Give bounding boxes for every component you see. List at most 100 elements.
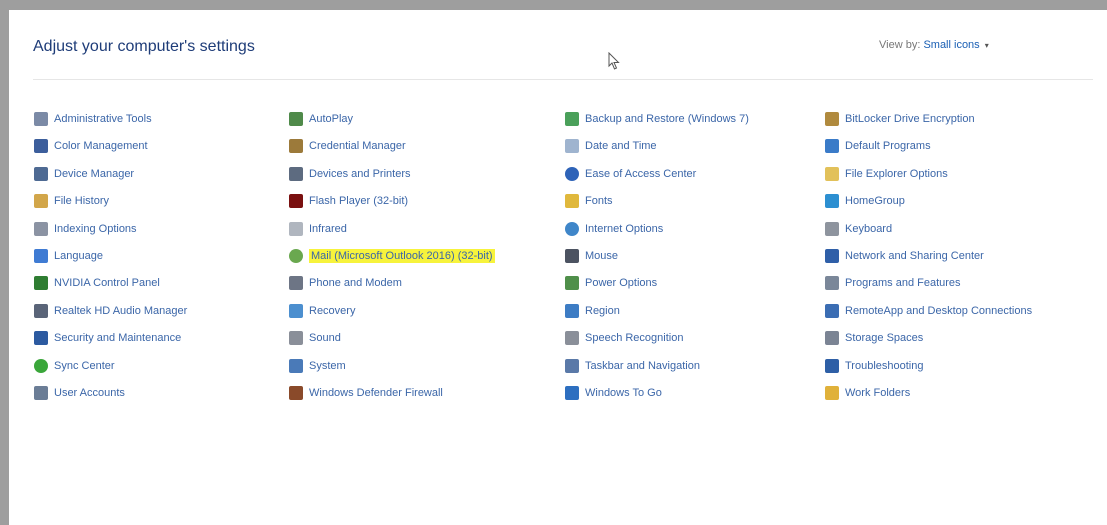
control-panel-item-label: AutoPlay — [309, 113, 354, 125]
user-accounts-icon — [34, 386, 48, 400]
control-panel-item-label: Credential Manager — [309, 140, 406, 153]
homegroup-icon — [825, 194, 839, 209]
security-flag-icon — [34, 331, 48, 346]
control-panel-item[interactable]: Windows Defender Firewall — [289, 383, 443, 403]
control-panel-item-label: File History — [54, 195, 110, 208]
mouse-cursor-icon — [608, 52, 620, 70]
control-panel-item[interactable]: Sync Center — [34, 356, 115, 376]
control-panel-item[interactable]: System — [289, 356, 346, 376]
indexing-options-icon — [34, 221, 48, 236]
control-panel-item[interactable]: File Explorer Options — [825, 164, 948, 184]
control-panel-item-label: Internet Options — [585, 222, 664, 235]
system-icon — [289, 358, 303, 373]
control-panel-item[interactable]: Language — [34, 246, 103, 266]
mail-icon — [289, 249, 303, 263]
control-panel-item[interactable]: Device Manager — [34, 164, 134, 184]
speech-recognition-icon — [565, 331, 579, 346]
flash-player-icon — [289, 194, 303, 209]
control-panel-item[interactable]: Windows To Go — [565, 383, 662, 403]
control-panel-item[interactable]: AutoPlay — [289, 109, 353, 129]
control-panel-item[interactable]: RemoteApp and Desktop Connections — [825, 301, 1032, 321]
default-programs-icon — [825, 139, 839, 154]
admin-tools-icon — [34, 112, 48, 126]
date-time-icon — [565, 139, 579, 154]
control-panel-item-label: Taskbar and Navigation — [585, 359, 700, 372]
control-panel-item[interactable]: Backup and Restore (Windows 7) — [565, 109, 749, 129]
control-panel-item-label: User Accounts — [54, 387, 125, 399]
control-panel-item[interactable]: Mail (Microsoft Outlook 2016) (32-bit) — [289, 246, 495, 266]
backup-restore-icon — [565, 112, 579, 126]
control-panel-item-label: Flash Player (32-bit) — [309, 195, 409, 208]
control-panel-item[interactable]: Infrared — [289, 219, 347, 239]
control-panel-item[interactable]: Recovery — [289, 301, 355, 321]
keyboard-icon — [825, 221, 839, 236]
realtek-audio-icon — [34, 303, 48, 318]
control-panel-item[interactable]: Network and Sharing Center — [825, 246, 984, 266]
firewall-icon — [289, 386, 303, 400]
sound-icon — [289, 331, 303, 346]
control-panel-item[interactable]: Work Folders — [825, 383, 910, 403]
header-divider — [33, 79, 1093, 80]
control-panel-item-label: Sound — [309, 332, 341, 345]
control-panel-item[interactable]: Mouse — [565, 246, 618, 266]
control-panel-item[interactable]: Date and Time — [565, 136, 657, 156]
control-panel-item-label: Date and Time — [585, 140, 657, 153]
control-panel-item[interactable]: Programs and Features — [825, 273, 961, 293]
control-panel-item-label: Network and Sharing Center — [845, 250, 984, 262]
control-panel-item[interactable]: Storage Spaces — [825, 328, 923, 348]
control-panel-item-label: Windows To Go — [585, 387, 662, 399]
file-history-icon — [34, 194, 48, 209]
control-panel-item[interactable]: Credential Manager — [289, 136, 406, 156]
infrared-icon — [289, 221, 303, 236]
control-panel-item[interactable]: Administrative Tools — [34, 109, 152, 129]
work-folders-icon — [825, 386, 839, 400]
control-panel-item[interactable]: Ease of Access Center — [565, 164, 696, 184]
fonts-icon — [565, 194, 579, 209]
control-panel-item-label: RemoteApp and Desktop Connections — [845, 304, 1033, 317]
view-by-dropdown[interactable]: Small icons — [923, 39, 979, 51]
nvidia-icon — [34, 276, 48, 291]
color-management-icon — [34, 139, 48, 154]
control-panel-item[interactable]: Internet Options — [565, 219, 663, 239]
control-panel-item[interactable]: HomeGroup — [825, 191, 905, 211]
control-panel-item[interactable]: NVIDIA Control Panel — [34, 273, 160, 293]
control-panel-item[interactable]: User Accounts — [34, 383, 125, 403]
control-panel-item-label: Ease of Access Center — [585, 167, 697, 180]
control-panel-item-label: Storage Spaces — [845, 332, 924, 345]
chevron-down-icon[interactable]: ▾ — [985, 41, 989, 50]
control-panel-item[interactable]: BitLocker Drive Encryption — [825, 109, 975, 129]
control-panel-item-label: Realtek HD Audio Manager — [54, 304, 188, 317]
control-panel-item-label: System — [309, 359, 346, 372]
control-panel-item-label: Windows Defender Firewall — [309, 387, 443, 399]
control-panel-item[interactable]: Indexing Options — [34, 219, 137, 239]
control-panel-item-label: Power Options — [585, 277, 658, 290]
control-panel-item[interactable]: Sound — [289, 328, 341, 348]
control-panel-window: Adjust your computer's settings View by:… — [9, 10, 1107, 525]
control-panel-item[interactable]: Phone and Modem — [289, 273, 402, 293]
control-panel-item[interactable]: Region — [565, 301, 620, 321]
control-panel-item[interactable]: File History — [34, 191, 109, 211]
control-panel-item-label: Device Manager — [54, 167, 135, 180]
control-panel-item[interactable]: Troubleshooting — [825, 356, 923, 376]
view-by-control: View by: Small icons ▾ — [879, 39, 989, 51]
control-panel-item[interactable]: Devices and Printers — [289, 164, 411, 184]
control-panel-item-label: Default Programs — [845, 140, 931, 153]
control-panel-item-label: Infrared — [309, 222, 347, 235]
bitlocker-icon — [825, 112, 839, 126]
control-panel-item-label: Language — [54, 250, 103, 262]
control-panel-item[interactable]: Keyboard — [825, 219, 892, 239]
control-panel-item-label: Work Folders — [845, 387, 911, 399]
control-panel-item-label: Mail (Microsoft Outlook 2016) (32-bit) — [309, 249, 495, 263]
control-panel-item[interactable]: Power Options — [565, 273, 657, 293]
control-panel-item[interactable]: Fonts — [565, 191, 613, 211]
control-panel-item[interactable]: Default Programs — [825, 136, 931, 156]
control-panel-item[interactable]: Flash Player (32-bit) — [289, 191, 408, 211]
control-panel-item[interactable]: Realtek HD Audio Manager — [34, 301, 187, 321]
troubleshooting-icon — [825, 358, 839, 373]
language-icon — [34, 249, 48, 263]
control-panel-item[interactable]: Color Management — [34, 136, 148, 156]
control-panel-item[interactable]: Taskbar and Navigation — [565, 356, 700, 376]
page-title: Adjust your computer's settings — [33, 38, 255, 55]
control-panel-item[interactable]: Security and Maintenance — [34, 328, 181, 348]
control-panel-item[interactable]: Speech Recognition — [565, 328, 683, 348]
